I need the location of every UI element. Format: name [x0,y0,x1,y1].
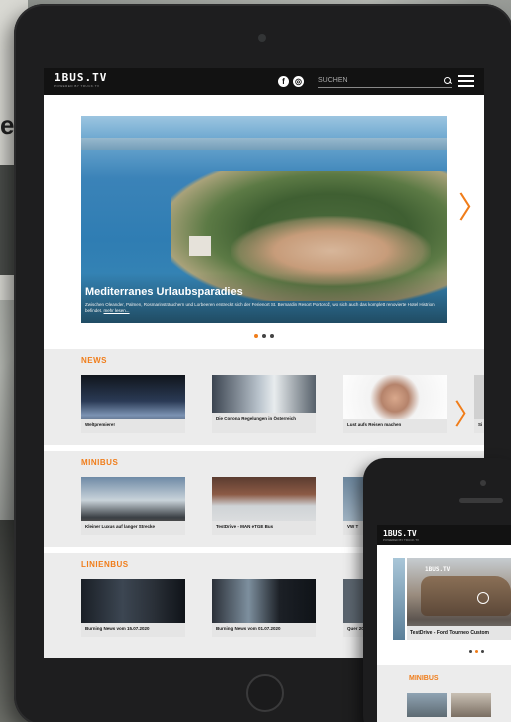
background-letter: e [0,110,15,140]
card-title: Burning News vom 01.07.2020 [212,623,316,637]
card-title: Weltpremiere! [81,419,185,433]
chevron-right-icon[interactable]: 〉 [454,393,482,433]
card-title: Burning News vom 15.07.2020 [81,623,185,637]
carousel-dot[interactable] [254,334,258,338]
instagram-icon[interactable]: ◎ [293,76,304,87]
section-title: NEWS [81,356,107,365]
logo-tagline: POWERED BY TRUCK.TV [54,84,100,88]
hero-description: Zwischen Oleander, Palmen, Rosmarinsträu… [85,302,441,314]
phone-device: 1BUS.TV POWERED BY TRUCK.TV 1BUS.TV Test… [363,458,511,722]
hero-hotel [189,236,211,256]
menu-icon[interactable] [458,75,474,87]
logo-text: 1BUS.TV [54,71,108,84]
news-card[interactable]: Lust aufs Reisen machen [343,375,447,433]
search-input[interactable]: SUCHEN [318,74,452,88]
site-header: 1BUS.TV POWERED BY TRUCK.TV f ◎ SUCHEN [44,68,484,95]
phone-hero-brand: 1BUS.TV [425,566,451,573]
phone-prev-slide [393,558,405,640]
camera-icon [258,34,266,42]
hero-hills [81,138,447,150]
card-title: Lust aufs Reisen machen [343,419,447,433]
phone-hero-slide[interactable]: 1BUS.TV TestDrive - Ford Tourneo Custom [407,558,511,640]
news-card[interactable]: Die Corona Regelungen in Österreich [212,375,316,433]
search-placeholder: SUCHEN [318,77,348,84]
facebook-icon[interactable]: f [278,76,289,87]
phone-card[interactable] [407,693,447,717]
carousel-dot[interactable] [270,334,274,338]
phone-hero-title: TestDrive - Ford Tourneo Custom [407,626,511,640]
play-icon[interactable] [477,592,489,604]
phone-carousel-dots [469,650,484,653]
carousel-dot[interactable] [475,650,478,653]
hero-slide[interactable]: Mediterranes Urlaubsparadies Zwischen Ol… [81,116,447,323]
carousel-dot[interactable] [469,650,472,653]
search-icon[interactable] [444,76,452,85]
section-title: MINIBUS [409,675,439,682]
phone-header: 1BUS.TV POWERED BY TRUCK.TV [377,525,511,545]
read-more-link[interactable]: mehr lesen... [104,308,130,313]
news-section: NEWS Weltpremiere! Die Corona Regelungen… [44,349,484,445]
home-button[interactable] [246,674,284,712]
phone-logo[interactable]: 1BUS.TV [383,529,417,538]
speaker-grille [459,498,503,503]
hero-title: Mediterranes Urlaubsparadies [85,286,243,298]
card-title: TestDrive - MAN eTGE Bus [212,521,316,535]
van-image [421,576,511,616]
card-title: Kleiner Luxus auf langer Strecke [81,521,185,535]
phone-screen: 1BUS.TV POWERED BY TRUCK.TV 1BUS.TV Test… [377,525,511,722]
minibus-card[interactable]: Kleiner Luxus auf langer Strecke [81,477,185,535]
carousel-dot[interactable] [481,650,484,653]
carousel-dot[interactable] [262,334,266,338]
news-card[interactable]: Weltpremiere! [81,375,185,433]
hero-caption-overlay [81,273,447,323]
social-links: f ◎ [278,76,304,87]
card-title: Die Corona Regelungen in Österreich [212,413,316,433]
chevron-right-icon[interactable]: 〉 [458,194,484,224]
site-logo[interactable]: 1BUS.TV POWERED BY TRUCK.TV [54,71,108,89]
minibus-card[interactable]: TestDrive - MAN eTGE Bus [212,477,316,535]
phone-minibus-section: MINIBUS [377,665,511,722]
section-title: LINIENBUS [81,560,129,569]
carousel-dots [254,334,274,338]
linienbus-card[interactable]: Burning News vom 15.07.2020 [81,579,185,637]
camera-icon [480,480,486,486]
hero-description-text: Zwischen Oleander, Palmen, Rosmarinsträu… [85,302,435,313]
section-title: MINIBUS [81,458,119,467]
phone-card[interactable] [451,693,491,717]
phone-logo-tagline: POWERED BY TRUCK.TV [383,538,420,542]
linienbus-card[interactable]: Burning News vom 01.07.2020 [212,579,316,637]
